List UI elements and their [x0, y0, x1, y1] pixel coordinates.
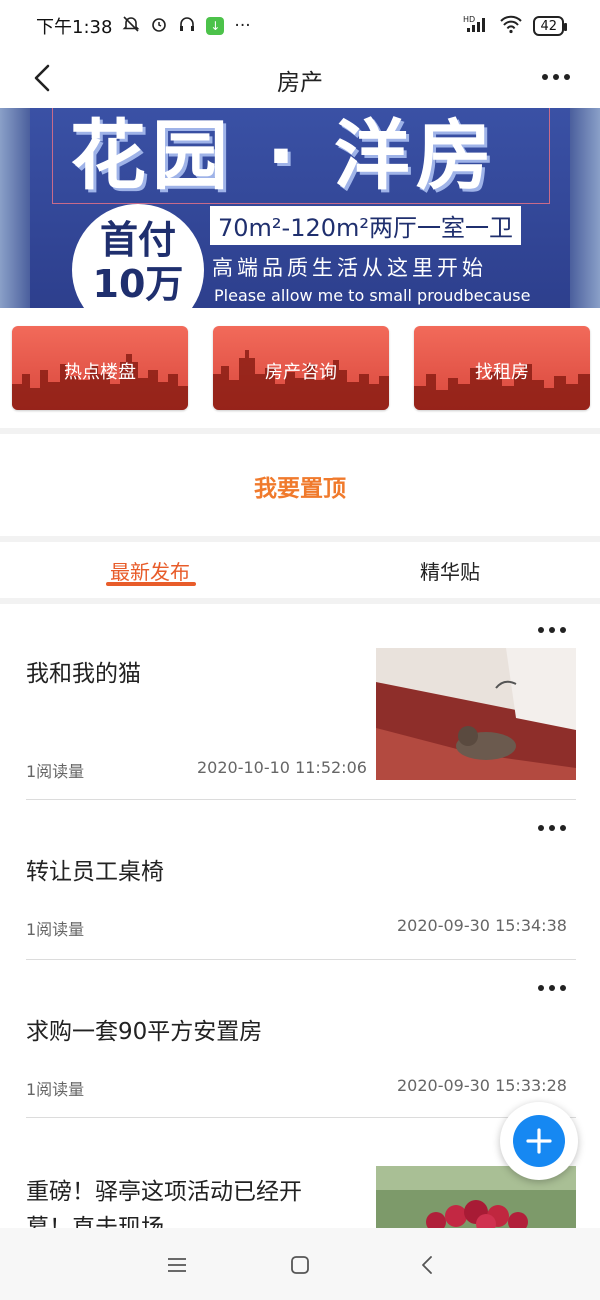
category-label: 热点楼盘: [64, 362, 136, 383]
back-button[interactable]: [24, 60, 60, 96]
download-icon: ↓: [206, 17, 225, 35]
post-item[interactable]: 求购一套90平方安置房 1阅读量 2020-09-30 15:33:28: [26, 960, 576, 1118]
recent-apps-button[interactable]: [162, 1250, 192, 1280]
pin-to-top-label: 我要置顶: [254, 476, 346, 502]
more-icon-dot: [560, 627, 566, 633]
more-dots-icon: ···: [234, 15, 251, 36]
post-more-button[interactable]: [532, 818, 572, 838]
tab-latest[interactable]: 最新发布: [0, 542, 300, 598]
system-navigation-bar: [0, 1228, 600, 1300]
post-title: 求购一套90平方安置房: [26, 1019, 263, 1045]
status-right: HD 42: [463, 14, 567, 38]
more-icon: [538, 985, 544, 991]
post-view-count: 1阅读量: [26, 1080, 85, 1099]
banner-spec: 70m²-120m²两厅一室一卫: [210, 206, 522, 245]
category-hot-properties[interactable]: 热点楼盘: [12, 326, 188, 410]
banner-circle-line2: 10万: [92, 262, 184, 306]
post-item[interactable]: 转让员工桌椅 1阅读量 2020-09-30 15:34:38: [26, 800, 576, 960]
alarm-icon: [150, 15, 168, 37]
post-more-button[interactable]: [532, 620, 572, 640]
section-divider: [0, 428, 600, 434]
post-tabs: 最新发布 精华贴: [0, 542, 600, 598]
banner-english-text: Please allow me to small proudbecause: [214, 286, 531, 305]
tab-featured-label: 精华贴: [420, 559, 480, 584]
more-icon-dot: [560, 825, 566, 831]
more-icon-dot: [549, 627, 555, 633]
post-view-count: 1阅读量: [26, 762, 85, 781]
create-post-fab: [513, 1115, 565, 1167]
headphones-icon: [178, 15, 196, 37]
promo-banner[interactable]: 花园 · 洋房 首付 10万 70m²-120m²两厅一室一卫 高端品质生活从这…: [0, 108, 600, 308]
tab-featured[interactable]: 精华贴: [300, 542, 600, 598]
more-icon-dot: [564, 74, 570, 80]
status-bar: 下午1:38 ↓ ··· HD 42: [0, 0, 600, 52]
tab-latest-label: 最新发布: [110, 559, 190, 584]
more-options-button[interactable]: [534, 62, 578, 92]
create-post-button[interactable]: [500, 1102, 578, 1180]
plus-icon: [526, 1128, 552, 1154]
post-title-line2: 幕！直击现场: [26, 1215, 164, 1228]
menu-icon: [168, 1258, 186, 1272]
active-tab-indicator: [106, 582, 196, 586]
mute-icon: [122, 15, 140, 37]
category-label: 找租房: [475, 362, 529, 383]
more-icon-dot: [553, 74, 559, 80]
banner-building-right: [570, 108, 600, 308]
post-title: 我和我的猫: [26, 661, 141, 687]
status-left: 下午1:38 ↓ ···: [36, 13, 251, 39]
top-nav-bar: 房产: [0, 52, 600, 108]
post-more-button[interactable]: [532, 978, 572, 998]
banner-headline: 花园 · 洋房: [70, 111, 498, 200]
banner-circle-line1: 首付: [99, 218, 176, 262]
category-property-consulting[interactable]: 房产咨询: [213, 326, 389, 410]
category-label: 房产咨询: [265, 362, 337, 383]
svg-text:HD: HD: [463, 15, 475, 24]
post-timestamp: 2020-10-10 11:52:06: [197, 758, 367, 777]
pin-to-top-button[interactable]: 我要置顶: [0, 436, 600, 536]
battery-indicator: 42: [533, 16, 567, 36]
post-timestamp: 2020-09-30 15:33:28: [397, 1076, 567, 1095]
home-square-icon: [291, 1256, 309, 1274]
banner-building-left: [0, 108, 30, 308]
post-title-line1: 重磅！驿亭这项活动已经开: [26, 1179, 302, 1205]
post-timestamp: 2020-09-30 15:34:38: [397, 916, 567, 935]
more-icon: [538, 825, 544, 831]
page-title: 房产: [277, 70, 323, 96]
banner-tagline: 高端品质生活从这里开始: [212, 256, 487, 280]
back-arrow-icon: [34, 64, 50, 92]
post-title: 转让员工桌椅: [26, 859, 164, 885]
wifi-icon: [499, 14, 523, 38]
post-thumbnail-cat: [376, 648, 576, 780]
post-view-count: 1阅读量: [26, 920, 85, 939]
category-row: 热点楼盘 房产咨询 找租房: [12, 326, 590, 412]
status-time: 下午1:38: [36, 17, 113, 38]
section-divider: [0, 598, 600, 604]
more-icon: [542, 74, 548, 80]
more-icon: [538, 627, 544, 633]
category-find-rental[interactable]: 找租房: [414, 326, 590, 410]
hd-signal-icon: HD: [463, 14, 489, 38]
post-item[interactable]: 我和我的猫 1阅读量 2020-10-10 11:52:06: [26, 606, 576, 800]
home-button[interactable]: [285, 1250, 315, 1280]
more-icon-dot: [549, 825, 555, 831]
system-back-button[interactable]: [412, 1250, 442, 1280]
post-item[interactable]: 重磅！驿亭这项活动已经开 幕！直击现场: [26, 1118, 576, 1228]
back-chevron-icon: [422, 1256, 432, 1274]
more-icon-dot: [560, 985, 566, 991]
more-icon-dot: [549, 985, 555, 991]
